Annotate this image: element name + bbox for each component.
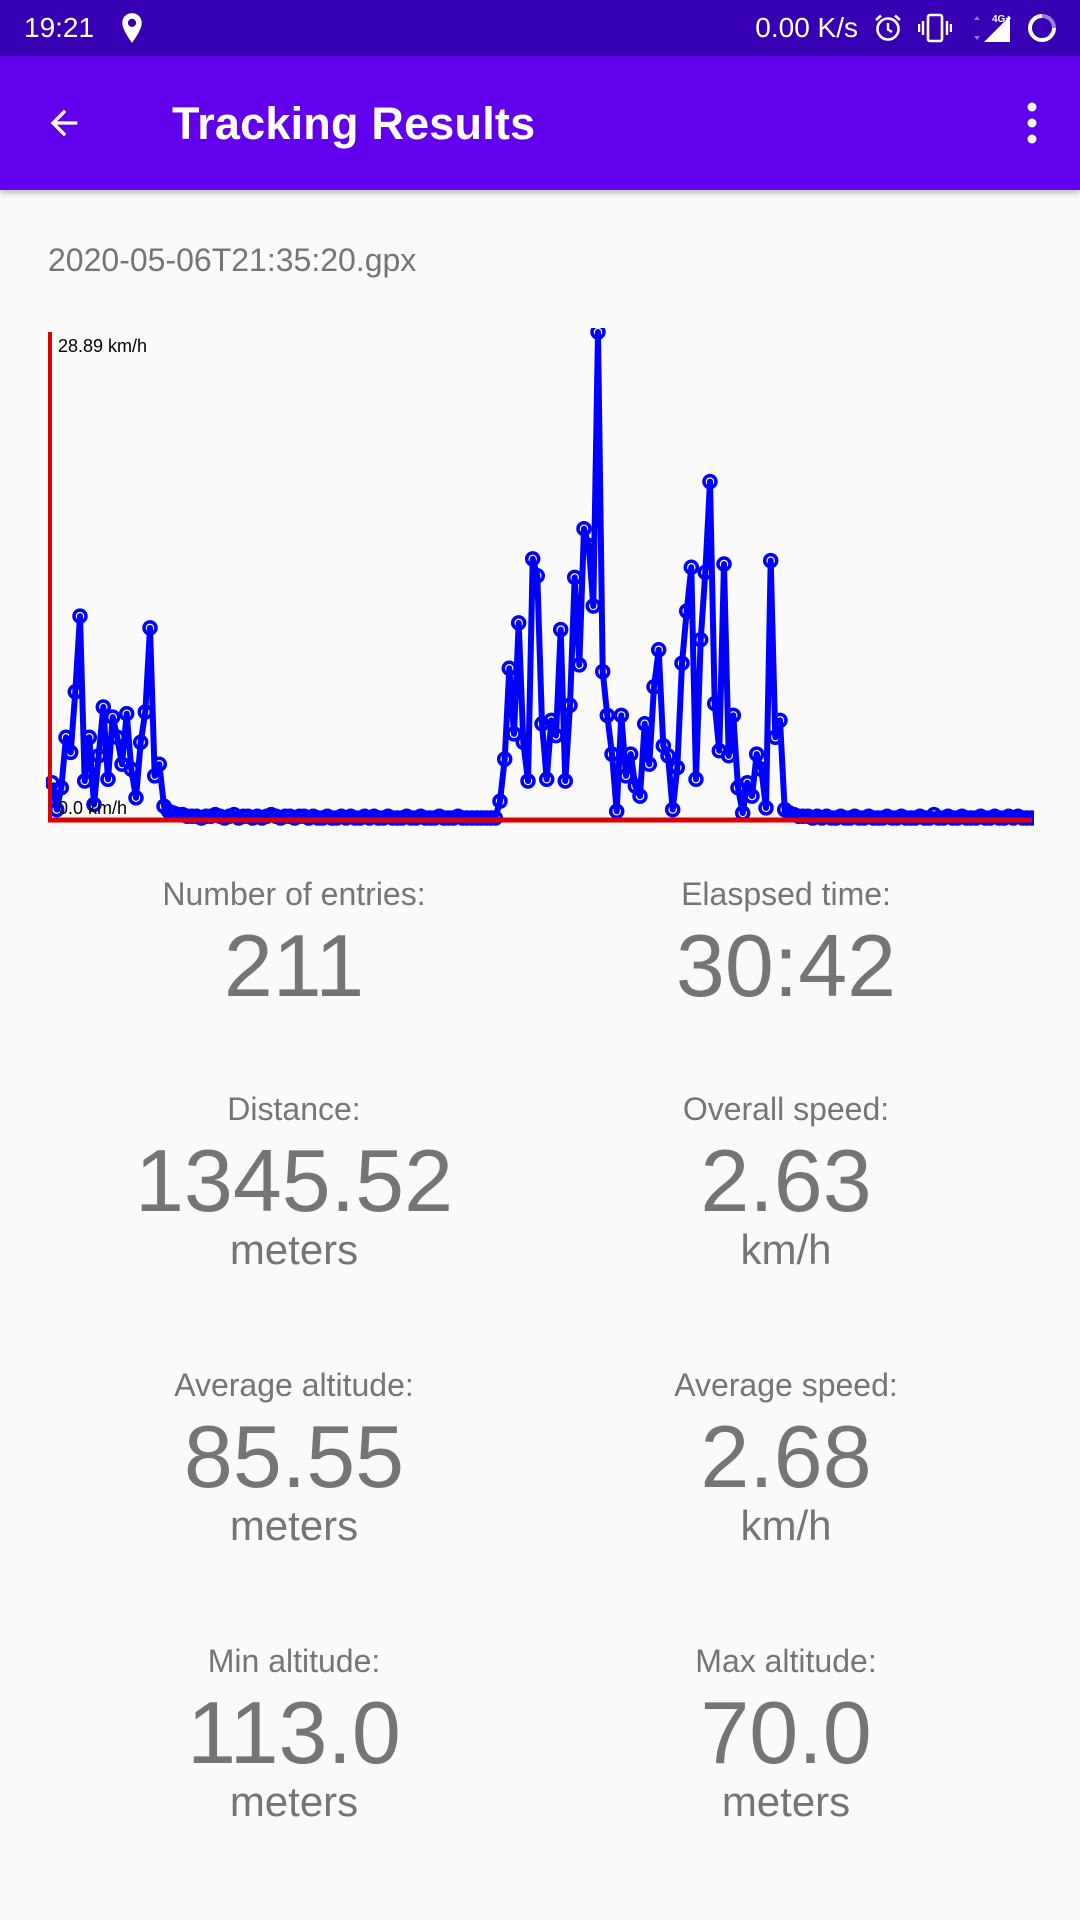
stat-unit: meters xyxy=(721,1778,851,1825)
stat-value: 211 xyxy=(223,916,365,1015)
stat-value: 2.68 xyxy=(700,1407,872,1506)
stat-label: Overall speed: xyxy=(682,1091,890,1127)
stat-block: Average speed: 2.68 km/h xyxy=(516,1367,1056,1551)
arrow-back-icon xyxy=(50,109,78,137)
stat-block: Elaspsed time: 30:42 xyxy=(516,876,1056,1016)
gpx-file-name: 2020-05-06T21:35:20.gpx xyxy=(48,242,417,278)
network-speed: 0.00 K/s xyxy=(755,12,858,43)
network-type-label: 4G+ xyxy=(992,14,1011,25)
stat-block: Max altitude: 70.0 meters xyxy=(516,1643,1056,1827)
stat-value: 70.0 xyxy=(700,1683,872,1782)
stat-unit: meters xyxy=(229,1226,359,1273)
more-options-button[interactable] xyxy=(1014,95,1050,151)
status-time: 19:21 xyxy=(24,12,95,43)
y-min-label: 0.0 km/h xyxy=(58,798,127,818)
loading-circle-icon xyxy=(1028,13,1057,42)
more-vert-icon xyxy=(1027,102,1037,144)
stat-label: Elaspsed time: xyxy=(681,876,891,912)
stat-value: 113.0 xyxy=(187,1683,401,1782)
y-max-label: 28.89 km/h xyxy=(58,336,147,356)
speed-chart: 28.89 km/h 0.0 km/h xyxy=(46,328,1034,826)
page-title: Tracking Results xyxy=(172,98,536,149)
stat-block: Number of entries: 211 xyxy=(24,876,564,1016)
stat-block: Overall speed: 2.63 km/h xyxy=(516,1091,1056,1275)
location-icon xyxy=(122,13,142,43)
stat-value: 1345.52 xyxy=(134,1131,454,1230)
stat-block: Min altitude: 113.0 meters xyxy=(24,1643,564,1827)
stat-block: Distance: 1345.52 meters xyxy=(24,1091,564,1275)
stat-label: Average altitude: xyxy=(174,1367,414,1403)
status-bar: 19:21 0.00 K/s 4G+ xyxy=(0,0,1080,56)
stat-value: 85.55 xyxy=(183,1407,405,1506)
back-button[interactable] xyxy=(36,95,92,151)
speed-series xyxy=(46,328,1034,826)
stat-unit: km/h xyxy=(740,1502,832,1549)
alarm-icon xyxy=(875,14,901,41)
stat-label: Min altitude: xyxy=(207,1643,381,1679)
stat-label: Number of entries: xyxy=(162,876,426,912)
vibrate-icon xyxy=(918,13,952,43)
stat-unit: km/h xyxy=(740,1226,832,1273)
stat-unit: meters xyxy=(229,1778,359,1825)
stat-label: Distance: xyxy=(227,1091,361,1127)
stat-label: Max altitude: xyxy=(695,1643,877,1679)
stat-label: Average speed: xyxy=(674,1367,898,1403)
status-right-group: 0.00 K/s 4G+ xyxy=(755,10,1058,46)
stat-value: 2.63 xyxy=(700,1131,872,1230)
signal-icon: 4G+ xyxy=(974,14,1011,42)
stat-unit: meters xyxy=(229,1502,359,1549)
app-bar: Tracking Results xyxy=(0,56,1080,190)
stat-block: Average altitude: 85.55 meters xyxy=(24,1367,564,1551)
stat-value: 30:42 xyxy=(675,916,897,1015)
